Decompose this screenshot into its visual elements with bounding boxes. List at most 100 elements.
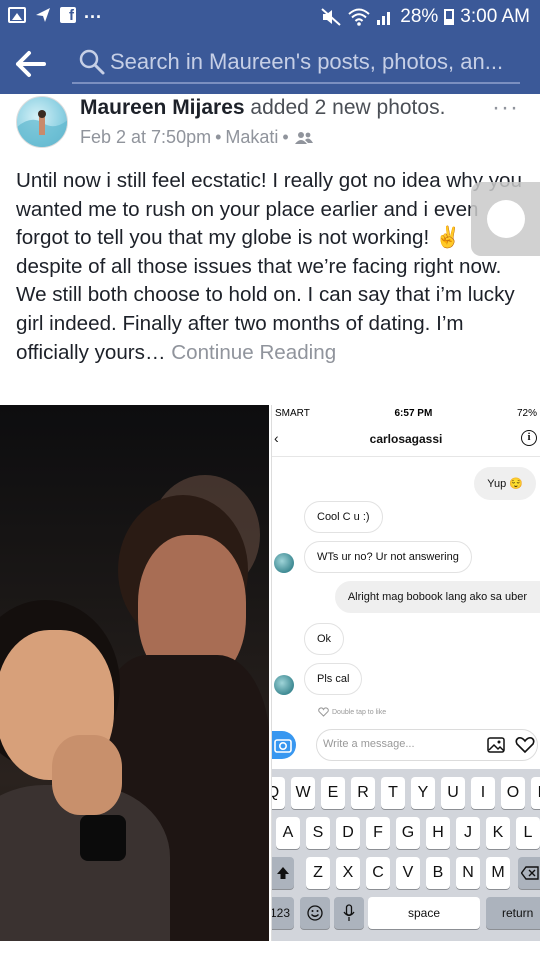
search-header: Search in Maureen's posts, photos, an... (0, 34, 540, 94)
post-action: added 2 new photos. (250, 96, 446, 119)
post-text: Until now i still feel ecstatic! I reall… (16, 169, 522, 364)
chat-username: carlosagassi (369, 432, 443, 446)
status-bar: f ... 28% 3:00 AM (0, 0, 540, 34)
post-photo-chat-screenshot[interactable]: SMART 6:57 PM 72% ‹ carlosagassi i Yup 😌… (271, 405, 540, 941)
double-tap-hint: Double tap to like (318, 707, 386, 717)
keyboard-row-2: A S D F G H J K L (272, 817, 540, 849)
key: W (291, 777, 315, 809)
key: U (441, 777, 465, 809)
send-icon (36, 8, 50, 22)
system-status: 28% 3:00 AM (320, 6, 530, 28)
numbers-key: 123 (272, 897, 294, 929)
post-meta: Feb 2 at 7:50pm • Makati • (80, 127, 313, 148)
chat-message: Ok (304, 623, 345, 655)
sender-avatar (274, 675, 294, 695)
chat-header: ‹ carlosagassi i (272, 421, 540, 457)
keyboard-row-3: Z X C V B N M (272, 857, 540, 889)
shift-key (272, 857, 294, 889)
backspace-key (518, 857, 540, 889)
key: Y (411, 777, 435, 809)
avatar-image (17, 110, 67, 147)
emoji-icon (307, 905, 323, 921)
composer-icons (487, 736, 535, 754)
screenshot-status-bar: SMART 6:57 PM 72% (272, 405, 540, 421)
key: Q (272, 777, 285, 809)
key: I (471, 777, 495, 809)
key: J (456, 817, 480, 849)
message-composer: Write a message... (316, 729, 538, 761)
post-author-line: Maureen Mijares added 2 new photos. (80, 96, 445, 120)
battery-icon (444, 9, 455, 25)
microphone-key (334, 897, 364, 929)
key: K (486, 817, 510, 849)
key: D (336, 817, 360, 849)
chat-message: Alright mag bobook lang ako sa uber (334, 581, 540, 613)
meta-separator: • (282, 127, 289, 147)
key: F (366, 817, 390, 849)
woman-hand (52, 735, 122, 815)
camera-icon (272, 731, 296, 759)
facebook-icon: f (60, 7, 76, 24)
key: L (516, 817, 540, 849)
friends-audience-icon[interactable] (294, 131, 313, 145)
key: N (456, 857, 480, 889)
meta-separator: • (215, 127, 222, 147)
post-photo-couple[interactable] (0, 405, 269, 941)
key: R (351, 777, 375, 809)
keyboard-row-4: 123 space return (272, 897, 540, 929)
keyboard-row-1: Q W E R T Y U I O P (272, 777, 540, 809)
post-body: Until now i still feel ecstatic! I reall… (16, 167, 528, 367)
post-location[interactable]: Makati (225, 127, 278, 148)
author-name[interactable]: Maureen Mijares (80, 96, 245, 119)
avatar[interactable] (16, 96, 68, 148)
wristwatch (80, 815, 126, 861)
post-date[interactable]: Feb 2 at 7:50pm (80, 127, 211, 148)
heart-icon (515, 737, 535, 754)
key: E (321, 777, 345, 809)
backspace-icon (520, 866, 539, 880)
chat-message: Cool C u :) (304, 501, 383, 533)
chat-message: WTs ur no? Ur not answering (304, 541, 472, 573)
key: M (486, 857, 510, 889)
key: A (276, 817, 300, 849)
more-options-icon[interactable]: ··· (492, 94, 519, 122)
screenshot-time: 6:57 PM (394, 407, 433, 419)
wifi-icon (348, 8, 370, 26)
search-input[interactable]: Search in Maureen's posts, photos, an... (72, 44, 520, 84)
clock: 3:00 AM (460, 6, 530, 27)
return-key: return (486, 897, 540, 929)
search-placeholder: Search in Maureen's posts, photos, an... (110, 49, 504, 74)
key: H (426, 817, 450, 849)
mute-icon (321, 8, 341, 26)
shift-icon (277, 867, 289, 879)
sender-avatar (274, 553, 294, 573)
more-notifications: ... (84, 1, 103, 22)
camera-glyph (274, 739, 292, 753)
screenshot-battery: 72% (516, 407, 537, 419)
microphone-icon (343, 904, 355, 921)
signal-icon (377, 12, 391, 25)
key: P (531, 777, 540, 809)
back-arrow-icon[interactable] (14, 48, 48, 80)
floating-assistive-button[interactable] (471, 182, 540, 256)
key: B (426, 857, 450, 889)
heart-outline-icon (318, 707, 329, 717)
composer-placeholder: Write a message... (323, 738, 415, 750)
notification-icons: f ... (8, 2, 102, 24)
info-icon: i (521, 430, 537, 446)
chat-message: Pls cal (304, 663, 363, 695)
key: T (381, 777, 405, 809)
key: V (396, 857, 420, 889)
key: G (396, 817, 420, 849)
key: O (501, 777, 525, 809)
double-tap-text: Double tap to like (332, 708, 387, 716)
battery-percent: 28% (400, 6, 439, 27)
image-icon (8, 7, 26, 23)
key: S (306, 817, 330, 849)
carrier: SMART (275, 407, 310, 419)
continue-reading-link[interactable]: Continue Reading (171, 341, 336, 364)
emoji-key (300, 897, 330, 929)
key: Z (306, 857, 330, 889)
onscreen-keyboard: Q W E R T Y U I O P A S D F G H J K L Z (272, 769, 540, 941)
chat-message: Yup 😌 (474, 467, 536, 500)
